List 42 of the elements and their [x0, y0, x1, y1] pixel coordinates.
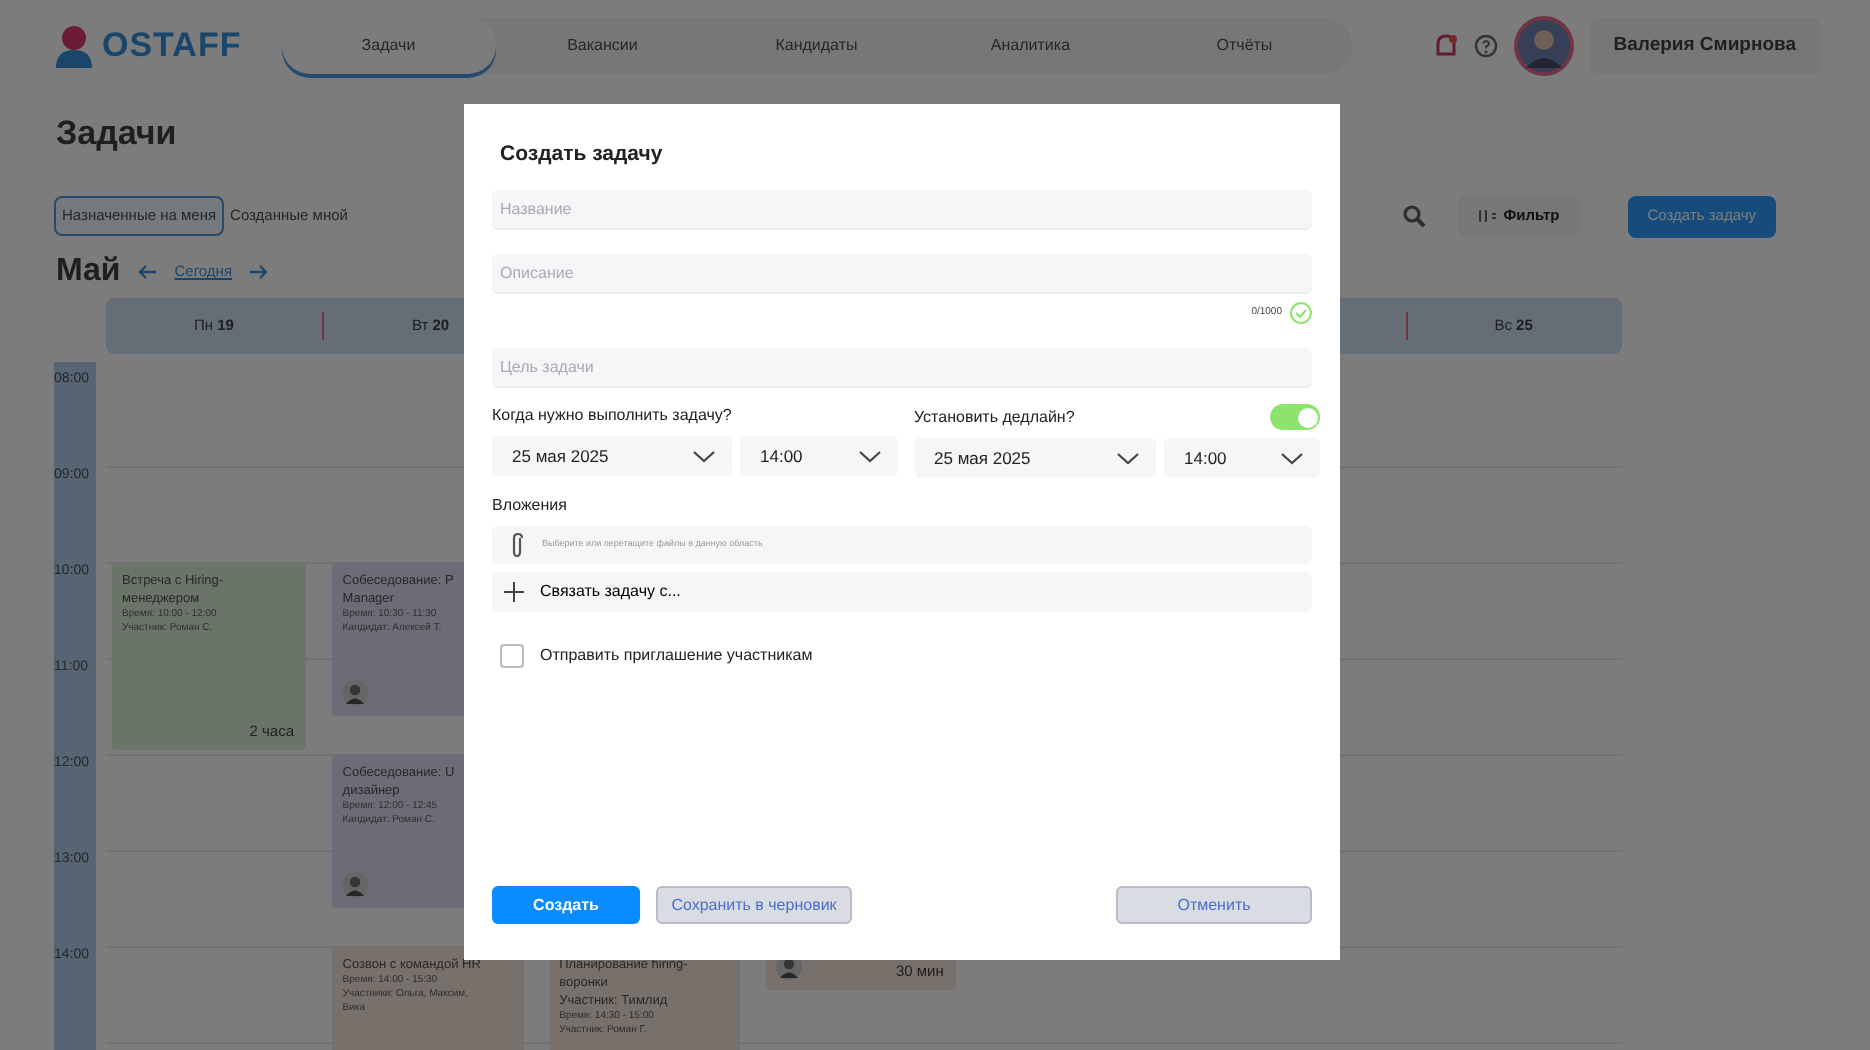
link-task-button[interactable]: Связать задачу с...: [492, 572, 1312, 612]
dropdown[interactable]: 14:00: [1164, 438, 1320, 478]
arrow-right-icon[interactable]: [248, 262, 271, 282]
chevron-down-icon: [692, 449, 716, 463]
page-title: Задачи: [56, 112, 177, 156]
chevron-down-icon: [1116, 451, 1140, 465]
dropdown[interactable]: 14:00: [740, 436, 898, 476]
nav-tab[interactable]: Задачи: [281, 18, 496, 74]
filter-icon: [1477, 206, 1496, 226]
nav-tab[interactable]: Отчёты: [1137, 18, 1352, 74]
paperclip-icon: [508, 532, 526, 558]
chevron-down-icon: [1280, 451, 1304, 465]
nav-tab[interactable]: Кандидаты: [709, 18, 924, 74]
logo-icon: [54, 24, 94, 68]
form-label: Вложения: [492, 494, 569, 518]
create-button[interactable]: Создать: [492, 886, 640, 924]
save-draft-button[interactable]: Сохранить в черновик: [656, 886, 852, 924]
search-icon[interactable]: [1401, 204, 1426, 228]
nav-tab[interactable]: Вакансии: [495, 18, 710, 74]
help-icon[interactable]: [1473, 34, 1498, 58]
text-field[interactable]: Описание: [492, 254, 1312, 292]
text-field[interactable]: Название: [492, 190, 1312, 228]
text-field[interactable]: Цель задачи: [492, 348, 1312, 386]
checkbox[interactable]: [500, 644, 524, 668]
bell-icon[interactable]: [1433, 34, 1458, 58]
user-name[interactable]: Валерия Смирнова: [1589, 18, 1820, 74]
check-icon: [1290, 302, 1312, 324]
user-avatar[interactable]: [1513, 16, 1574, 76]
nav-tab[interactable]: Аналитика: [923, 18, 1138, 74]
form-label: Установить дедлайн?: [914, 405, 1075, 429]
toggle-switch[interactable]: [1270, 404, 1320, 430]
dropdown[interactable]: 25 мая 2025: [914, 438, 1156, 478]
chevron-down-icon: [858, 449, 882, 463]
modal-title: Создать задачу: [500, 140, 665, 168]
logo-text: OSTAFF: [102, 24, 242, 69]
arrow-left-icon[interactable]: [136, 262, 159, 282]
month-label: Май: [56, 252, 121, 292]
cancel-button[interactable]: Отменить: [1116, 886, 1312, 924]
form-label: Когда нужно выполнить задачу?: [492, 404, 734, 428]
dropdown[interactable]: 25 мая 2025: [492, 436, 732, 476]
plus-icon: [504, 582, 524, 602]
checkbox-label[interactable]: Отправить приглашение участникам: [540, 644, 813, 668]
